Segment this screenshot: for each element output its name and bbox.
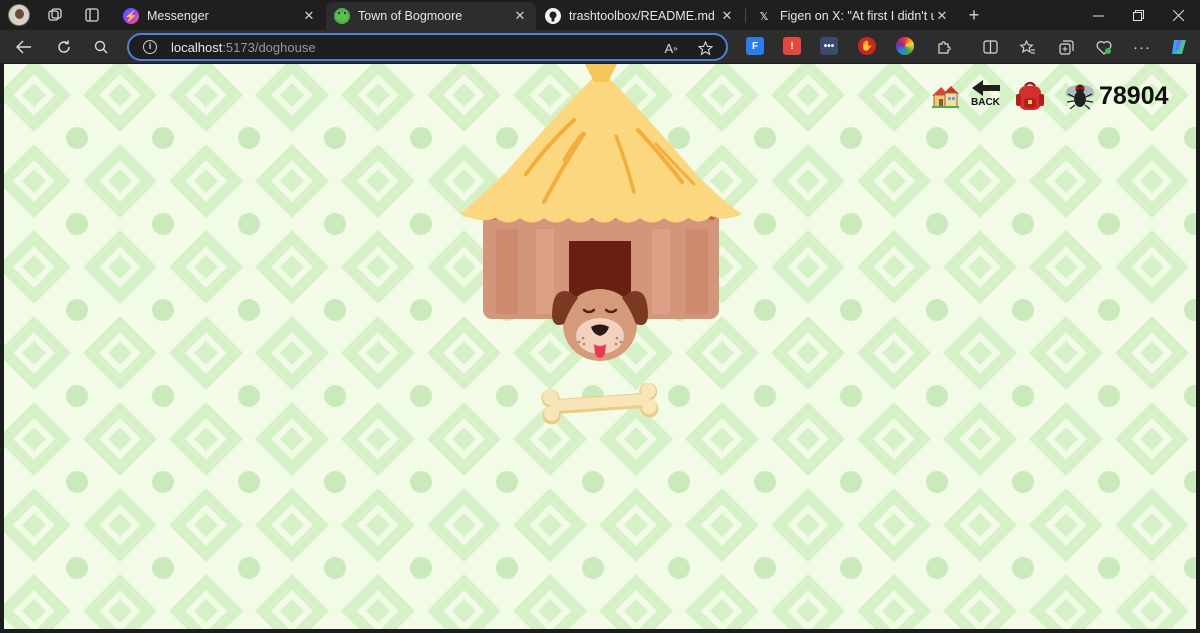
- back-arrow-icon[interactable]: [13, 36, 35, 58]
- minimize-icon[interactable]: [1076, 0, 1120, 30]
- extension-icon[interactable]: [896, 37, 914, 55]
- favorites-icon[interactable]: [1017, 36, 1039, 58]
- tab-github-readme[interactable]: trashtoolbox/README.md at ma ✕: [537, 2, 743, 30]
- tab-label: Town of Bogmoore: [358, 9, 463, 23]
- back-arrow-icon[interactable]: [970, 79, 1002, 97]
- game-viewport: BACK 78904: [4, 64, 1196, 629]
- collections-icon[interactable]: [1055, 36, 1077, 58]
- new-tab-button[interactable]: +: [964, 5, 984, 25]
- messenger-icon: ⚡: [123, 8, 139, 24]
- close-window-icon[interactable]: [1156, 0, 1200, 30]
- profile-avatar[interactable]: [8, 4, 30, 26]
- tab-actions-icon[interactable]: [82, 5, 102, 25]
- fly-icon: [1065, 84, 1095, 110]
- extension-icon[interactable]: !: [783, 37, 801, 55]
- search-icon[interactable]: [90, 36, 112, 58]
- restore-icon[interactable]: [1116, 0, 1160, 30]
- address-bar[interactable]: i localhost:5173/doghouse A»: [127, 33, 728, 61]
- url-host: localhost: [171, 40, 223, 55]
- copilot-icon[interactable]: [1168, 36, 1190, 58]
- close-icon[interactable]: ✕: [301, 8, 317, 24]
- split-screen-icon[interactable]: [979, 36, 1001, 58]
- tab-messenger[interactable]: ⚡ Messenger ✕: [115, 2, 325, 30]
- tab-bar: ⚡ Messenger ✕ Town of Bogmoore ✕ trashto…: [0, 0, 1200, 30]
- house-icon[interactable]: [929, 82, 961, 110]
- tab-figen-on-x[interactable]: 𝕏 Figen on X: "At first I didn't unde ✕: [748, 2, 958, 30]
- close-icon[interactable]: ✕: [512, 8, 528, 24]
- browser-essentials-icon[interactable]: [1093, 36, 1115, 58]
- refresh-icon[interactable]: [53, 36, 75, 58]
- url-text[interactable]: localhost:5173/doghouse: [171, 40, 316, 55]
- back-button-label[interactable]: BACK: [971, 97, 1000, 108]
- tab-label: trashtoolbox/README.md at ma: [569, 9, 719, 23]
- github-icon: [545, 8, 561, 24]
- extension-icon[interactable]: F: [746, 37, 764, 55]
- extensions-puzzle-icon[interactable]: [933, 36, 955, 58]
- frog-icon: [334, 8, 350, 24]
- url-path: :5173/doghouse: [222, 40, 316, 55]
- thatched-roof: [460, 64, 742, 223]
- sleeping-dog[interactable]: [550, 278, 650, 373]
- close-icon[interactable]: ✕: [934, 8, 950, 24]
- site-info-icon[interactable]: i: [143, 40, 157, 54]
- backpack-icon[interactable]: [1015, 80, 1045, 112]
- dog-bone[interactable]: [539, 383, 661, 425]
- workspaces-icon[interactable]: [45, 5, 65, 25]
- tab-town-of-bogmoore[interactable]: Town of Bogmoore ✕: [326, 2, 536, 30]
- read-aloud-icon[interactable]: A»: [661, 38, 681, 58]
- more-options-icon[interactable]: ···: [1131, 36, 1153, 58]
- tab-label: Figen on X: "At first I didn't unde: [780, 9, 934, 23]
- extension-icon[interactable]: ✋: [858, 37, 876, 55]
- favorite-star-icon[interactable]: [695, 38, 715, 58]
- close-icon[interactable]: ✕: [719, 8, 735, 24]
- x-icon: 𝕏: [759, 10, 769, 23]
- extension-icon[interactable]: •••: [820, 37, 838, 55]
- tab-separator: [745, 8, 746, 23]
- browser-toolbar: i localhost:5173/doghouse A» F ! ••• ✋ ·…: [0, 30, 1200, 63]
- tab-label: Messenger: [147, 9, 209, 23]
- fly-count: 78904: [1099, 82, 1169, 110]
